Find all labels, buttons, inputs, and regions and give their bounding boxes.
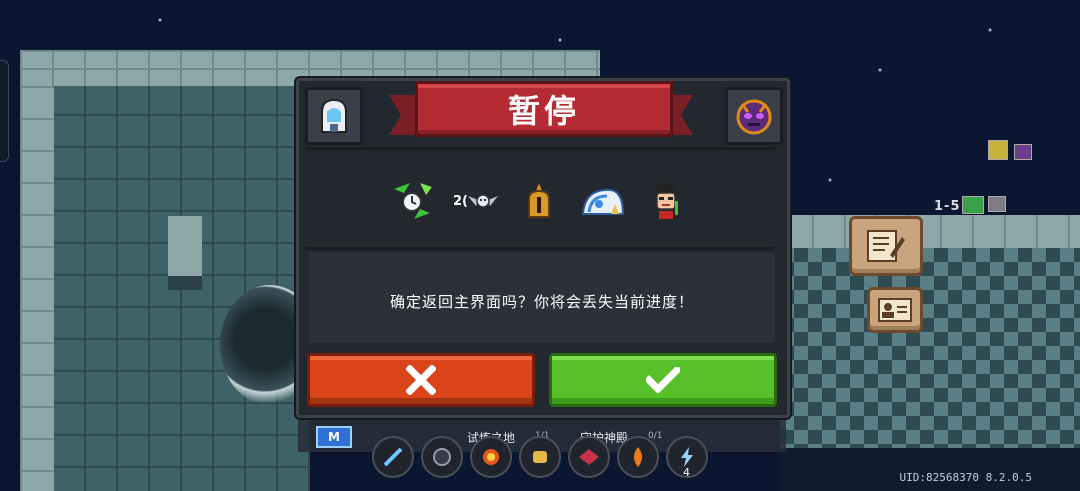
purple-demon-mask-icon	[725, 87, 783, 145]
dungeon-wall-right-top	[780, 215, 1080, 248]
minimap-room-portal	[1014, 144, 1032, 160]
minimap-room-chest	[988, 140, 1008, 160]
blue-wave-buff-icon[interactable]	[580, 178, 626, 224]
dungeon-floor-right-bottom	[780, 448, 1080, 491]
blue-slash-skill-icon[interactable]	[372, 436, 414, 478]
green-arrows-clock-buff-icon[interactable]	[389, 178, 435, 224]
gold-fist-skill-icon[interactable]	[519, 436, 561, 478]
profile-button[interactable]	[867, 287, 923, 333]
checkmark-icon	[646, 367, 680, 393]
notes-button[interactable]	[849, 216, 923, 276]
stone-pillar	[168, 216, 202, 290]
bat-pet-icon	[468, 194, 498, 208]
pause-dialog: 暂停 2(确定返回主界面吗？你将会丢失当前进度！	[296, 78, 790, 418]
confirm-button[interactable]	[549, 353, 777, 407]
notes-edit-icon	[867, 230, 905, 262]
buff-list: 2(	[389, 176, 689, 226]
dungeon-wall-left	[20, 86, 54, 491]
edge-handle[interactable]	[0, 60, 9, 162]
divider	[305, 247, 775, 250]
dungeon-floor-left	[20, 50, 310, 491]
minimap-room	[988, 196, 1006, 212]
message-panel: 确定返回主界面吗？你将会丢失当前进度！	[309, 253, 775, 343]
flame-skill-icon[interactable]	[617, 436, 659, 478]
fire-burst-skill-icon[interactable]	[470, 436, 512, 478]
bat-pet-item[interactable]: 2(	[453, 178, 499, 224]
character-portrait-buff-icon[interactable]	[643, 178, 689, 224]
divider	[305, 147, 775, 150]
pause-title: 暂停	[415, 81, 673, 137]
confirm-message: 确定返回主界面吗？你将会丢失当前进度！	[389, 293, 694, 311]
dungeon-floor-right	[780, 248, 1080, 448]
close-x-icon	[406, 365, 436, 395]
golden-helmet-buff-icon[interactable]	[516, 178, 562, 224]
dark-orb-skill-icon[interactable]	[421, 436, 463, 478]
cancel-button[interactable]	[307, 353, 535, 407]
uid-version-label: UID:82568370 8.2.0.5	[899, 471, 1032, 484]
profile-card-icon	[878, 298, 912, 322]
mode-badge: M	[316, 426, 352, 448]
minimap-level-label: 1-5	[934, 199, 961, 214]
ghost-character-icon	[305, 87, 363, 145]
minimap-room-current	[962, 196, 984, 214]
skill-count: 4	[683, 466, 690, 479]
bat-pet-count: 2(	[453, 193, 468, 209]
red-wing-skill-icon[interactable]	[568, 436, 610, 478]
